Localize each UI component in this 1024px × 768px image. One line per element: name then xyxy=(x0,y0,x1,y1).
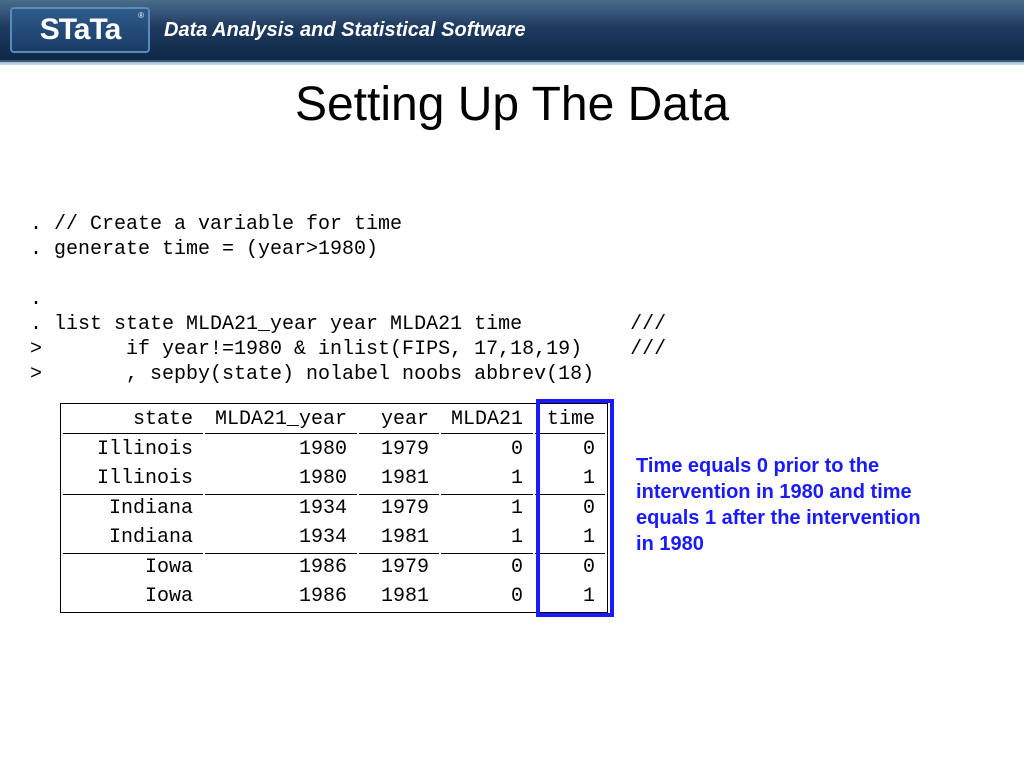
table-row: Indiana 1934 1981 1 1 xyxy=(63,524,605,551)
header-divider xyxy=(0,62,1024,65)
code-block: . // Create a variable for time . genera… xyxy=(30,212,994,387)
col-header-year: year xyxy=(359,406,439,434)
table-header-row: state MLDA21_year year MLDA21 time xyxy=(63,406,605,434)
code-line: > if year!=1980 & inlist(FIPS, 17,18,19)… xyxy=(30,338,666,361)
table-row-wrapper: state MLDA21_year year MLDA21 time Illin… xyxy=(30,403,994,613)
code-line: . generate time = (year>1980) xyxy=(30,238,378,261)
table-row: Illinois 1980 1979 0 0 xyxy=(63,436,605,463)
page-title: Setting Up The Data xyxy=(0,77,1024,132)
col-header-mlda21year: MLDA21_year xyxy=(205,406,357,434)
stata-logo: STaTa ® xyxy=(10,7,150,53)
table-row: Iowa 1986 1979 0 0 xyxy=(63,553,605,581)
table-row: Illinois 1980 1981 1 1 xyxy=(63,465,605,492)
code-line: . list state MLDA21_year year MLDA21 tim… xyxy=(30,313,666,336)
slide-content: . // Create a variable for time . genera… xyxy=(0,212,1024,613)
table-container: state MLDA21_year year MLDA21 time Illin… xyxy=(30,403,608,613)
col-header-mlda21: MLDA21 xyxy=(441,406,533,434)
col-header-time: time xyxy=(535,406,605,434)
app-header: STaTa ® Data Analysis and Statistical So… xyxy=(0,0,1024,62)
header-tagline: Data Analysis and Statistical Software xyxy=(164,19,526,42)
code-line: > , sepby(state) nolabel noobs abbrev(18… xyxy=(30,363,594,386)
table-row: Indiana 1934 1979 1 0 xyxy=(63,494,605,522)
annotation-text: Time equals 0 prior to the intervention … xyxy=(636,453,936,557)
logo-text: STaTa xyxy=(40,13,121,47)
code-line: . xyxy=(30,288,42,311)
col-header-state: state xyxy=(63,406,203,434)
code-line: . // Create a variable for time xyxy=(30,213,402,236)
output-table: state MLDA21_year year MLDA21 time Illin… xyxy=(60,403,608,613)
registered-mark: ® xyxy=(138,11,144,20)
table-row: Iowa 1986 1981 0 1 xyxy=(63,583,605,610)
